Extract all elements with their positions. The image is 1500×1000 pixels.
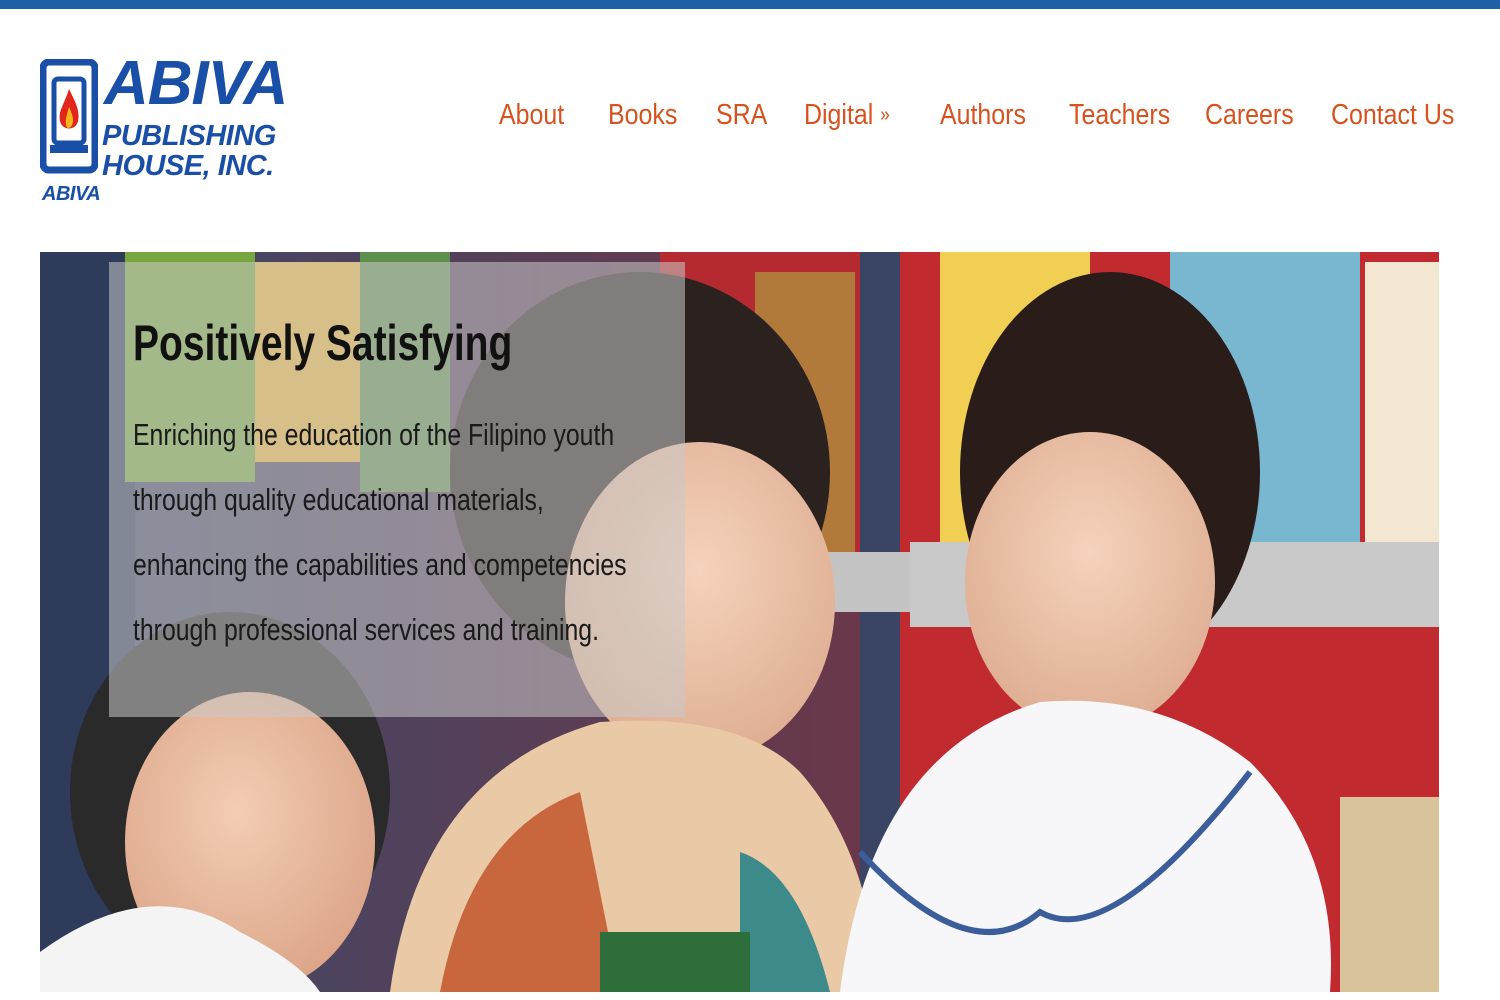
- nav-item-sra[interactable]: SRA: [716, 99, 767, 132]
- main-nav: About Books SRA Digital » Authors Teacher…: [0, 99, 1500, 143]
- nav-item-authors[interactable]: Authors: [940, 99, 1026, 132]
- hero-description: Enriching the education of the Filipino …: [133, 417, 627, 647]
- nav-item-books[interactable]: Books: [608, 99, 677, 132]
- chevron-double-down-icon: »: [880, 104, 890, 126]
- nav-item-teachers[interactable]: Teachers: [1069, 99, 1170, 132]
- nav-item-about[interactable]: About: [499, 99, 564, 132]
- hero-title: Positively Satisfying: [133, 315, 513, 371]
- nav-item-contact-us[interactable]: Contact Us: [1331, 99, 1454, 132]
- logo-subtitle-line2: HOUSE, INC.: [102, 150, 274, 182]
- logo-small-text: ABIVA: [42, 183, 101, 205]
- nav-item-digital-label: Digital: [804, 99, 874, 131]
- top-accent-bar: [0, 0, 1500, 9]
- hero-banner: Positively Satisfying Enriching the educ…: [40, 252, 1439, 992]
- nav-item-digital[interactable]: Digital »: [804, 99, 890, 132]
- site-header: ABIVA PUBLISHING HOUSE, INC. ABIVA About…: [0, 9, 1500, 252]
- hero-text-panel: Positively Satisfying Enriching the educ…: [109, 262, 685, 717]
- nav-item-careers[interactable]: Careers: [1205, 99, 1294, 132]
